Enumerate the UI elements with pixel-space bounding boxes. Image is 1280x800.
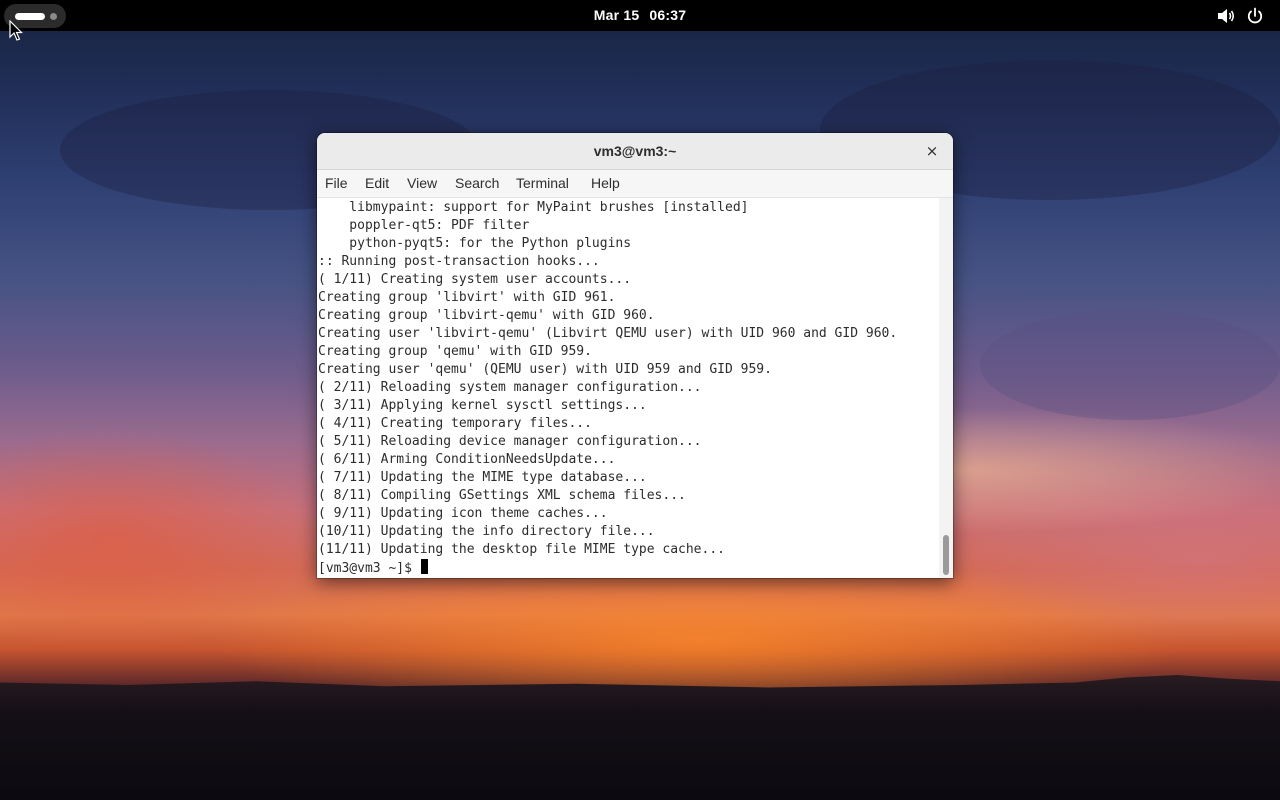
wallpaper-landscape	[0, 675, 1280, 800]
terminal-line: libmypaint: support for MyPaint brushes …	[318, 200, 749, 215]
clock-time: 06:37	[649, 7, 687, 23]
power-icon[interactable]	[1245, 6, 1265, 26]
scrollbar-thumb[interactable]	[943, 535, 949, 575]
scrollbar[interactable]	[939, 198, 953, 578]
close-button[interactable]: ×	[922, 141, 942, 161]
terminal-prompt-line[interactable]: [vm3@vm3 ~]$	[318, 559, 428, 577]
volume-icon[interactable]	[1216, 6, 1236, 26]
terminal-line: python-pyqt5: for the Python plugins	[318, 236, 632, 251]
menu-view[interactable]: View	[407, 170, 437, 197]
terminal-line: Creating user 'libvirt-qemu' (Libvirt QE…	[318, 326, 898, 341]
window-title: vm3@vm3:~	[593, 143, 677, 159]
menu-help[interactable]: Help	[591, 170, 620, 197]
terminal-line: ( 1/11) Creating system user accounts...	[318, 272, 632, 287]
menu-bar: File Edit View Search Terminal Help	[317, 170, 953, 198]
terminal-line: ( 9/11) Updating icon theme caches...	[318, 506, 608, 521]
workspace-inactive-indicator-icon	[50, 13, 57, 20]
terminal-window[interactable]: vm3@vm3:~ × File Edit View Search Termin…	[317, 133, 953, 578]
terminal-output[interactable]: libmypaint: support for MyPaint brushes …	[317, 198, 939, 578]
terminal-line: :: Running post-transaction hooks...	[318, 254, 600, 269]
workspace-active-indicator-icon	[15, 13, 45, 20]
terminal-line: ( 2/11) Reloading system manager configu…	[318, 380, 702, 395]
clock-date: Mar 15	[593, 7, 640, 23]
text-cursor	[420, 559, 428, 574]
terminal-line: ( 5/11) Reloading device manager configu…	[318, 434, 702, 449]
terminal-line: Creating group 'qemu' with GID 959.	[318, 344, 592, 359]
clock-button[interactable]: Mar 15 06:37	[540, 0, 740, 31]
terminal-line: ( 4/11) Creating temporary files...	[318, 416, 592, 431]
terminal-line: ( 7/11) Updating the MIME type database.…	[318, 470, 647, 485]
menu-search[interactable]: Search	[455, 170, 499, 197]
window-titlebar[interactable]: vm3@vm3:~ ×	[317, 133, 953, 170]
shell-prompt: [vm3@vm3 ~]$	[318, 561, 420, 576]
top-bar: Mar 15 06:37	[0, 0, 1280, 31]
menu-file[interactable]: File	[325, 170, 348, 197]
terminal-line: Creating group 'libvirt-qemu' with GID 9…	[318, 308, 655, 323]
terminal-line: (11/11) Updating the desktop file MIME t…	[318, 542, 725, 557]
terminal-line: poppler-qt5: PDF filter	[318, 218, 530, 233]
terminal-line: ( 6/11) Arming ConditionNeedsUpdate...	[318, 452, 616, 467]
menu-terminal[interactable]: Terminal	[516, 170, 569, 197]
menu-edit[interactable]: Edit	[365, 170, 389, 197]
terminal-line: (10/11) Updating the info directory file…	[318, 524, 655, 539]
terminal-line: ( 3/11) Applying kernel sysctl settings.…	[318, 398, 647, 413]
terminal-line: Creating user 'qemu' (QEMU user) with UI…	[318, 362, 772, 377]
terminal-line: ( 8/11) Compiling GSettings XML schema f…	[318, 488, 686, 503]
wallpaper-cloud	[980, 310, 1280, 420]
mouse-pointer-icon	[9, 20, 23, 41]
terminal-line: Creating group 'libvirt' with GID 961.	[318, 290, 616, 305]
